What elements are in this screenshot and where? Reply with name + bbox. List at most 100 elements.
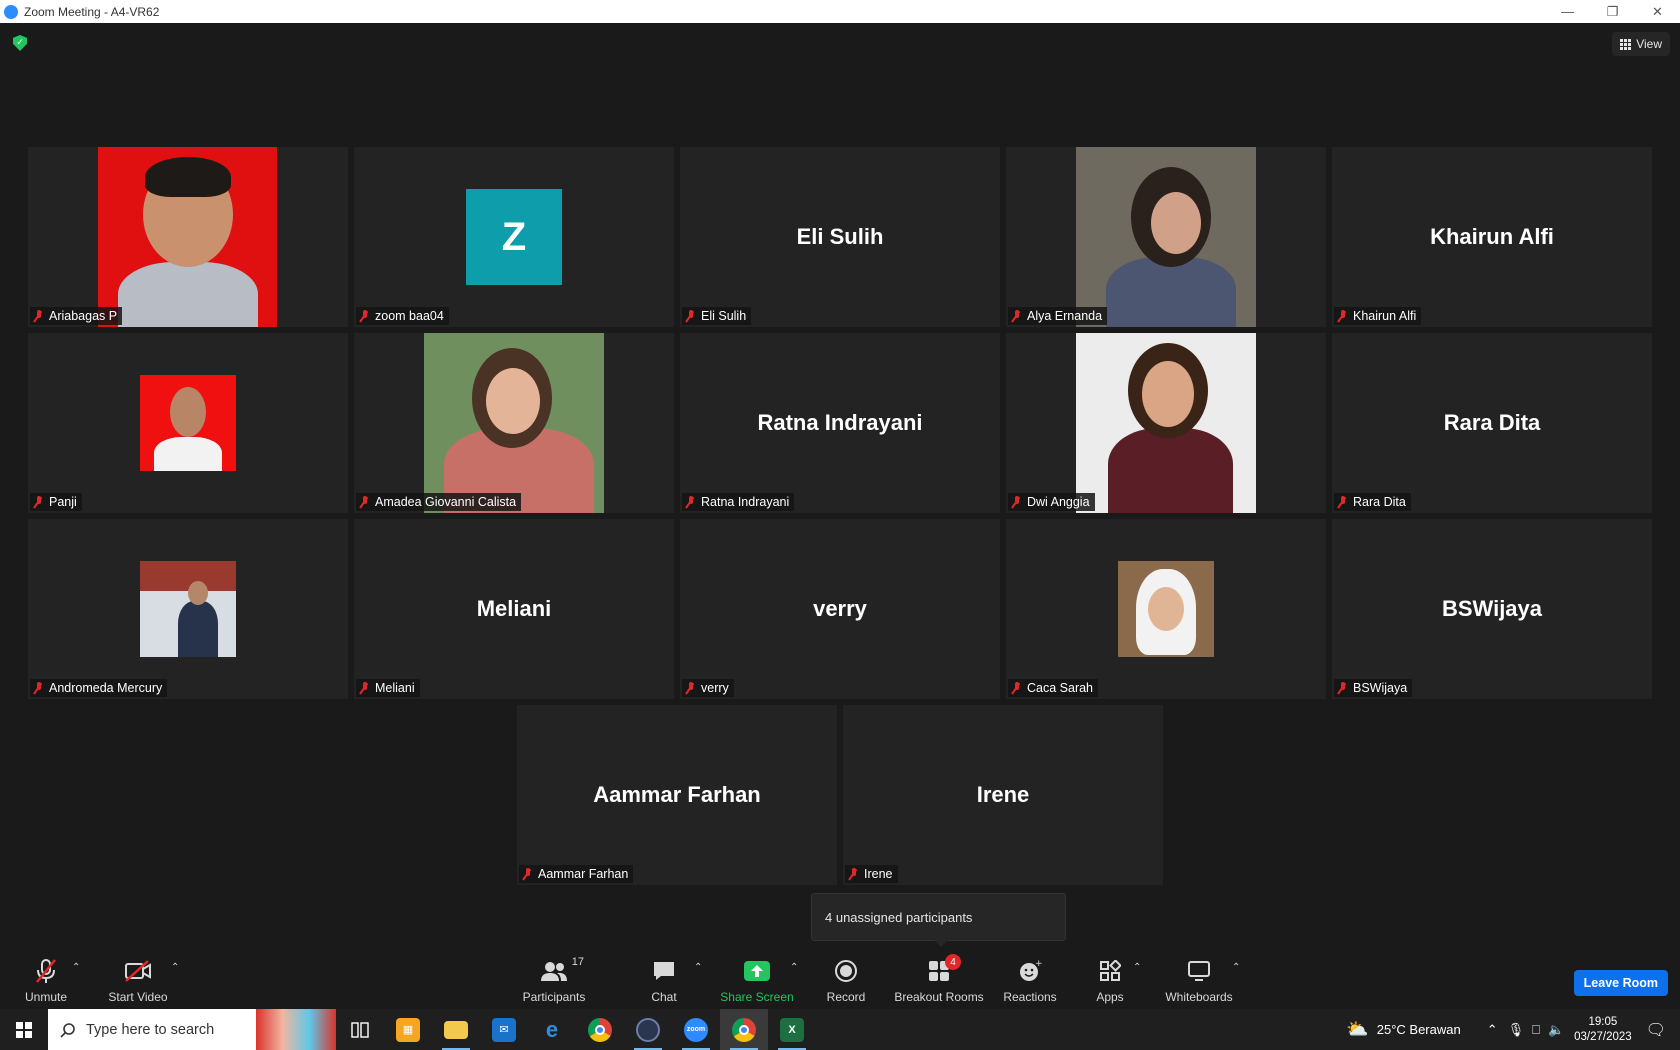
avatar: Z	[466, 189, 562, 285]
participant-name-label: Aammar Farhan	[519, 865, 634, 883]
task-view-icon[interactable]	[336, 1009, 384, 1050]
video-tile[interactable]: Dwi Anggia	[1006, 333, 1326, 513]
participant-name-label: Ratna Indrayani	[682, 493, 795, 511]
popup-text: 4 unassigned participants	[825, 909, 973, 925]
restore-icon[interactable]: ❐	[1590, 0, 1635, 23]
share-options-caret-icon[interactable]: ⌃	[790, 962, 798, 973]
chrome-icon[interactable]	[576, 1009, 624, 1050]
weather-widget[interactable]: ⛅ 25°C Berawan	[1346, 1019, 1460, 1040]
show-hidden-icons-icon[interactable]: ⌃	[1487, 1022, 1498, 1038]
record-label: Record	[826, 990, 866, 1004]
volume-icon[interactable]: 🔈	[1548, 1022, 1564, 1038]
participant-name-label: BSWijaya	[1334, 679, 1413, 697]
participant-photo	[1076, 147, 1256, 327]
apps-icon	[1100, 960, 1121, 981]
zoom-app-icon[interactable]: zoom	[672, 1009, 720, 1050]
participant-big-name: Irene	[976, 782, 1030, 807]
video-tile[interactable]: Z zoom baa04	[354, 147, 674, 327]
participants-button[interactable]: 17 Participants	[522, 950, 586, 1009]
video-tile[interactable]: Alya Ernanda	[1006, 147, 1326, 327]
participants-count: 17	[571, 956, 584, 968]
start-video-label: Start Video	[108, 990, 168, 1004]
video-tile[interactable]: Eli Sulih Eli Sulih	[680, 147, 1000, 327]
close-icon[interactable]: ✕	[1635, 0, 1680, 23]
start-video-button[interactable]: Start Video	[106, 950, 170, 1009]
search-highlight-banner[interactable]	[256, 1009, 336, 1050]
weather-text: 25°C Berawan	[1376, 1022, 1461, 1037]
microsoft-store-icon[interactable]: ▦	[384, 1009, 432, 1050]
whiteboard-options-caret-icon[interactable]: ⌃	[1232, 962, 1240, 973]
video-tile[interactable]: Khairun Alfi Khairun Alfi	[1332, 147, 1652, 327]
video-tile[interactable]: Rara Dita Rara Dita	[1332, 333, 1652, 513]
clock-time: 19:05	[1588, 1015, 1618, 1028]
participant-big-name: BSWijaya	[1441, 596, 1543, 621]
video-tile[interactable]: verry verry	[680, 519, 1000, 699]
video-tile[interactable]: Ratna Indrayani Ratna Indrayani	[680, 333, 1000, 513]
participant-photo	[1076, 333, 1256, 513]
mail-icon[interactable]: ✉	[480, 1009, 528, 1050]
mic-muted-icon	[1012, 682, 1022, 694]
participant-name-label: Meliani	[356, 679, 420, 697]
mic-muted-icon	[1338, 310, 1348, 322]
clock[interactable]: 19:05 03/27/2023	[1574, 1015, 1632, 1045]
video-tile[interactable]: Caca Sarah	[1006, 519, 1326, 699]
encryption-shield-icon[interactable]: ✓	[13, 35, 27, 51]
participant-big-name: Rara Dita	[1443, 410, 1541, 435]
video-tile[interactable]: Amadea Giovanni Calista	[354, 333, 674, 513]
mic-muted-icon	[34, 682, 44, 694]
mic-muted-icon	[360, 682, 370, 694]
share-screen-icon	[744, 961, 770, 981]
unmute-button[interactable]: Unmute	[20, 950, 72, 1009]
participant-big-name: verry	[813, 596, 867, 621]
video-tile[interactable]: Andromeda Mercury	[28, 519, 348, 699]
record-button[interactable]: Record	[823, 950, 869, 1009]
reactions-button[interactable]: + Reactions	[1003, 950, 1057, 1009]
excel-icon[interactable]: X	[768, 1009, 816, 1050]
apps-button[interactable]: Apps	[1092, 950, 1128, 1009]
unmute-label: Unmute	[24, 990, 68, 1004]
mic-muted-icon	[1012, 310, 1022, 322]
mic-muted-icon	[686, 682, 696, 694]
microphone-icon[interactable]: 🎙	[1508, 1022, 1525, 1038]
start-button[interactable]	[0, 1009, 48, 1050]
video-tile[interactable]: Aammar Farhan Aammar Farhan	[517, 705, 837, 885]
video-tile[interactable]: Panji	[28, 333, 348, 513]
participant-name-label: Panji	[30, 493, 82, 511]
participant-big-name: Khairun Alfi	[1430, 224, 1554, 249]
video-tile[interactable]: BSWijaya BSWijaya	[1332, 519, 1652, 699]
participant-photo	[140, 561, 236, 657]
participant-big-name: Aammar Farhan	[593, 782, 761, 807]
apps-label: Apps	[1096, 990, 1124, 1004]
internet-explorer-icon[interactable]: e	[528, 1009, 576, 1050]
view-label: View	[1636, 37, 1662, 51]
video-tile[interactable]: Meliani Meliani	[354, 519, 674, 699]
chat-options-caret-icon[interactable]: ⌃	[694, 962, 702, 973]
taskbar-search-box[interactable]: Type here to search	[48, 1009, 256, 1050]
video-tile[interactable]: Irene Irene	[843, 705, 1163, 885]
whiteboards-button[interactable]: Whiteboards	[1164, 950, 1234, 1009]
mic-muted-icon	[523, 868, 533, 880]
mic-muted-icon	[1338, 496, 1348, 508]
breakout-rooms-button[interactable]: 4 Breakout Rooms	[893, 950, 985, 1009]
unassigned-participants-popup[interactable]: 4 unassigned participants	[811, 893, 1066, 947]
apps-options-caret-icon[interactable]: ⌃	[1133, 962, 1141, 973]
audio-options-caret-icon[interactable]: ⌃	[72, 962, 80, 973]
reactions-label: Reactions	[1003, 990, 1057, 1004]
search-icon	[60, 1022, 75, 1038]
video-tile[interactable]: Ariabagas P	[28, 147, 348, 327]
search-placeholder: Type here to search	[86, 1021, 215, 1038]
minimize-icon[interactable]: —	[1545, 0, 1590, 23]
chrome-profile-icon[interactable]	[720, 1009, 768, 1050]
notifications-icon[interactable]: 🗨	[1646, 1020, 1666, 1040]
camera-app-icon[interactable]	[624, 1009, 672, 1050]
share-screen-button[interactable]: Share Screen	[720, 950, 794, 1009]
chat-button[interactable]: Chat	[646, 950, 682, 1009]
view-button[interactable]: View	[1612, 32, 1670, 56]
windows-taskbar: Type here to search ▦ ✉ e zoom X ⛅ 25°C …	[0, 1009, 1680, 1050]
file-explorer-icon[interactable]	[432, 1009, 480, 1050]
video-options-caret-icon[interactable]: ⌃	[171, 962, 179, 973]
participant-photo	[98, 147, 277, 327]
mic-muted-icon	[360, 496, 370, 508]
leave-room-button[interactable]: Leave Room	[1573, 970, 1668, 996]
network-icon[interactable]: ⎕	[1532, 1022, 1540, 1038]
